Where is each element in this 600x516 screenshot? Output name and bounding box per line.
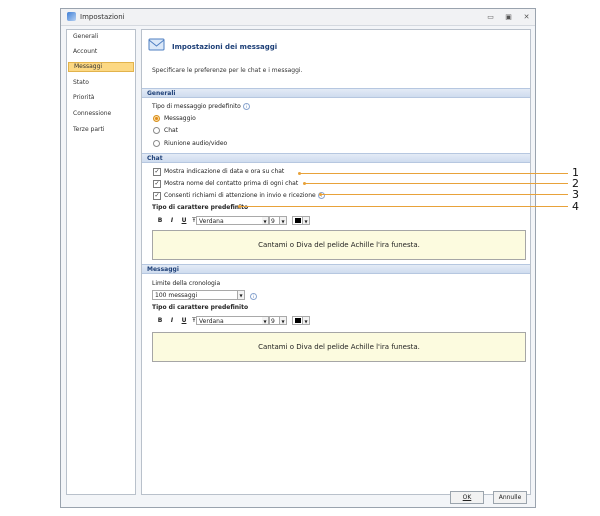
callout-line-1 xyxy=(300,173,568,174)
checkbox-timestamp[interactable]: ✓ xyxy=(153,168,161,176)
title-bar: Impostazioni ▭ ▣ ✕ xyxy=(61,9,535,26)
font-select[interactable]: Verdana xyxy=(196,316,264,325)
section-header-generali: Generali xyxy=(142,88,530,98)
history-dropdown-arrow[interactable]: ▼ xyxy=(238,290,245,300)
callout-number-4: 4 xyxy=(572,200,579,213)
italic-button[interactable]: I xyxy=(168,216,176,226)
history-limit-label: Limite della cronologia xyxy=(152,280,221,287)
underline-button[interactable]: U xyxy=(180,216,188,226)
checkbox-contact-name-label: Mostra nome del contatto prima di ogni c… xyxy=(164,180,299,187)
checkbox-contact-name[interactable]: ✓ xyxy=(153,180,161,188)
sidebar-item-messaggi[interactable]: Messaggi xyxy=(68,62,134,72)
callout-line-4 xyxy=(240,206,568,207)
chat-font-preview: Cantami o Diva del pelide Achille l'ira … xyxy=(152,230,526,260)
restore-button[interactable]: ▣ xyxy=(503,12,514,22)
info-icon[interactable]: i xyxy=(250,293,257,300)
font-size-select[interactable]: 9 xyxy=(269,316,280,325)
checkbox-attention[interactable]: ✓ xyxy=(153,192,161,200)
color-swatch xyxy=(295,318,301,323)
section-header-messaggi: Messaggi xyxy=(142,264,530,274)
radio-chat-label: Chat xyxy=(164,127,179,134)
envelope-icon xyxy=(148,38,165,51)
checkbox-attention-label-text: Consenti richiami di attenzione in invio… xyxy=(164,192,316,199)
chat-font-label: Tipo di carattere predefinito xyxy=(152,204,249,211)
color-dropdown-arrow[interactable]: ▼ xyxy=(303,216,310,225)
window-title: Impostazioni xyxy=(80,13,125,21)
settings-window: Impostazioni ▭ ▣ ✕ Generali Account Mess… xyxy=(60,8,536,508)
message-type-label: Tipo di messaggio predefinito i xyxy=(152,103,250,110)
radio-messaggio[interactable] xyxy=(153,115,160,122)
page-title: Impostazioni dei messaggi xyxy=(172,43,278,51)
sidebar-item-terze-parti[interactable]: Terze parti xyxy=(68,125,134,135)
font-color-picker[interactable] xyxy=(292,216,303,225)
message-type-label-text: Tipo di messaggio predefinito xyxy=(152,103,241,110)
messages-font-preview: Cantami o Diva del pelide Achille l'ira … xyxy=(152,332,526,362)
font-dropdown-arrow[interactable]: ▼ xyxy=(262,316,269,325)
radio-messaggio-label: Messaggio xyxy=(164,115,196,122)
font-dropdown-arrow[interactable]: ▼ xyxy=(262,216,269,225)
section-header-chat: Chat xyxy=(142,153,530,163)
bold-button[interactable]: B xyxy=(156,216,164,226)
messages-font-label: Tipo di carattere predefinito xyxy=(152,304,249,311)
settings-panel: Impostazioni dei messaggi Specificare le… xyxy=(141,29,531,495)
font-select[interactable]: Verdana xyxy=(196,216,264,225)
sidebar-item-connessione[interactable]: Connessione xyxy=(68,109,134,119)
close-button[interactable]: ✕ xyxy=(521,12,532,22)
sidebar-item-priorita[interactable]: Priorità xyxy=(68,93,134,103)
app-icon xyxy=(67,12,76,21)
cancel-button[interactable]: Annulle xyxy=(493,491,527,504)
history-limit-select[interactable]: 100 messaggi xyxy=(152,290,238,300)
ok-button[interactable]: OK xyxy=(450,491,484,504)
size-dropdown-arrow[interactable]: ▼ xyxy=(280,316,287,325)
color-dropdown-arrow[interactable]: ▼ xyxy=(303,316,310,325)
font-size-select[interactable]: 9 xyxy=(269,216,280,225)
sidebar-item-generali[interactable]: Generali xyxy=(68,32,134,42)
sidebar: Generali Account Messaggi Stato Priorità… xyxy=(66,29,136,495)
callout-line-2 xyxy=(305,183,568,184)
page-description: Specificare le preferenze per le chat e … xyxy=(152,67,303,74)
size-dropdown-arrow[interactable]: ▼ xyxy=(280,216,287,225)
sidebar-item-account[interactable]: Account xyxy=(68,47,134,57)
radio-chat[interactable] xyxy=(153,127,160,134)
italic-button[interactable]: I xyxy=(168,316,176,326)
radio-riunione[interactable] xyxy=(153,140,160,147)
underline-button[interactable]: U xyxy=(180,316,188,326)
radio-riunione-label: Riunione audio/video xyxy=(164,140,228,147)
font-color-picker[interactable] xyxy=(292,316,303,325)
color-swatch xyxy=(295,218,301,223)
checkbox-attention-label: Consenti richiami di attenzione in invio… xyxy=(164,192,325,199)
info-icon[interactable]: i xyxy=(242,103,250,110)
callout-line-3 xyxy=(321,194,568,195)
sidebar-item-stato[interactable]: Stato xyxy=(68,78,134,88)
checkbox-timestamp-label: Mostra indicazione di data e ora su chat xyxy=(164,168,285,175)
bold-button[interactable]: B xyxy=(156,316,164,326)
minimize-button[interactable]: ▭ xyxy=(485,12,496,22)
